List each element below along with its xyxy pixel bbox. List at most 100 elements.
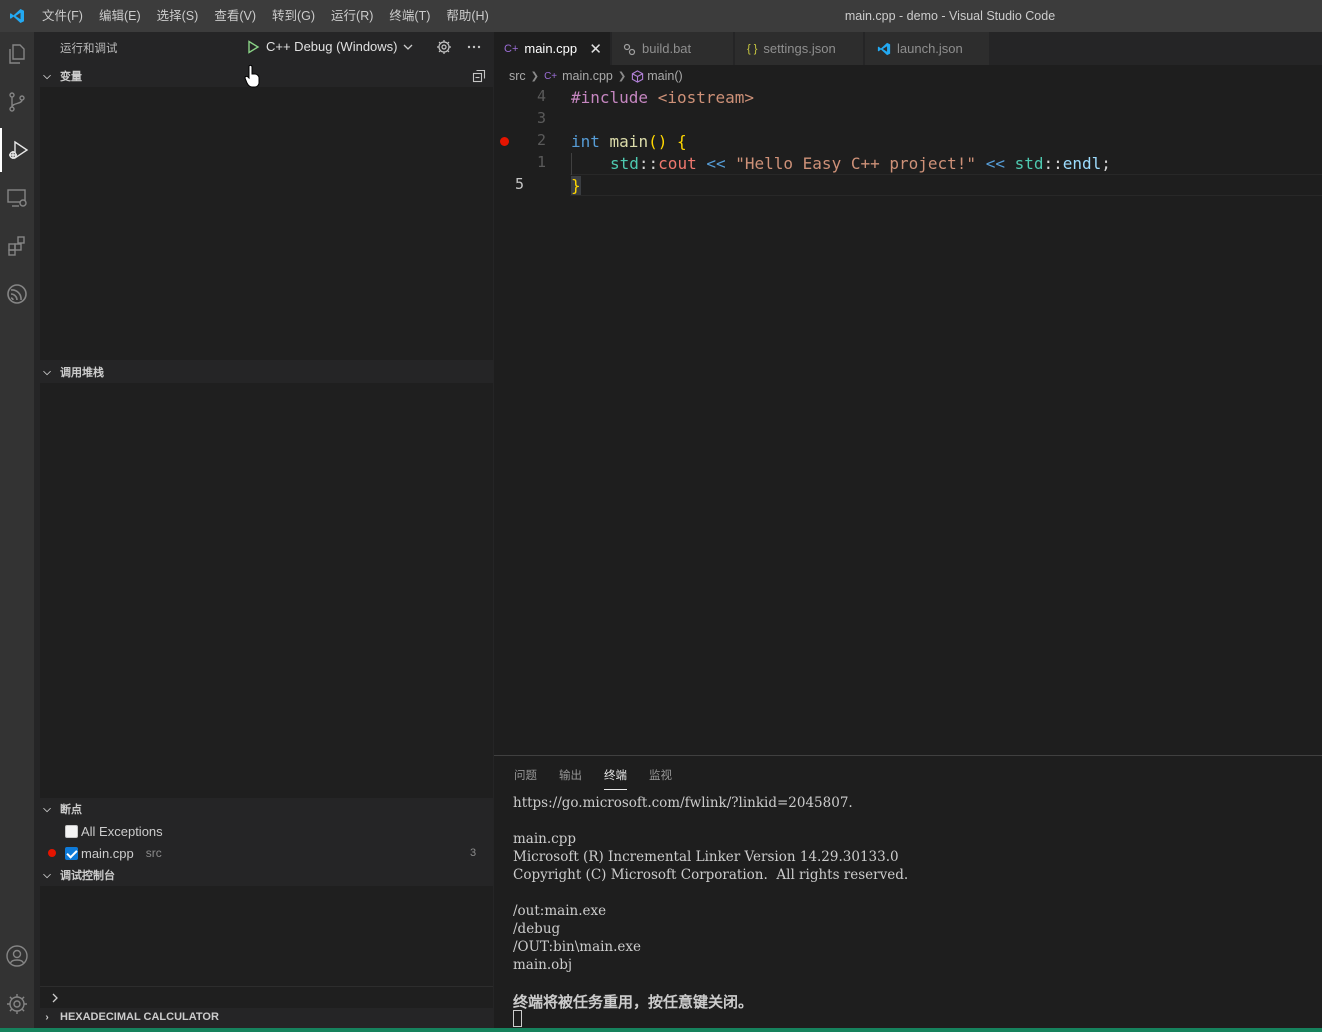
chevron-down-icon: ⌵ [43, 803, 51, 815]
tab-output[interactable]: 输出 [559, 766, 582, 790]
run-debug-icon[interactable] [0, 128, 34, 172]
debug-console-section-header[interactable]: ⌵ 调试控制台 [34, 864, 494, 886]
account-icon[interactable] [0, 934, 34, 978]
editor-tab-bar: C+ main.cpp ✕ build.bat { } settings.jso… [494, 32, 1322, 65]
gear-icon[interactable] [436, 39, 452, 55]
breakpoint-line-badge: 3 [470, 847, 477, 859]
start-debugging-icon[interactable] [246, 39, 260, 54]
activity-bar [0, 32, 34, 1028]
tab-label: build.bat [642, 41, 692, 56]
menu-file[interactable]: 文件(F) [34, 0, 91, 32]
status-bar [0, 1028, 1322, 1032]
close-icon[interactable]: ✕ [589, 40, 602, 58]
menu-edit[interactable]: 编辑(E) [91, 0, 149, 32]
menu-selection[interactable]: 选择(S) [149, 0, 207, 32]
hex-calculator-section-title: HEXADECIMAL CALCULATOR [60, 1011, 219, 1023]
chevron-down-icon: ⌵ [43, 70, 51, 82]
breakpoint-folder: src [145, 846, 162, 860]
mouse-cursor-icon [244, 64, 260, 88]
chevron-down-icon[interactable] [402, 41, 414, 53]
chevron-right-icon: › [45, 1011, 49, 1023]
tab-launch-json[interactable]: launch.json [865, 32, 990, 65]
all-exceptions-checkbox[interactable] [65, 824, 78, 838]
tab-terminal[interactable]: 终端 [604, 766, 627, 790]
callstack-section-title: 调用堆栈 [60, 367, 104, 379]
vscode-file-icon [877, 42, 891, 55]
tab-main-cpp[interactable]: C+ main.cpp ✕ [494, 32, 611, 65]
line-number: 4 [536, 87, 546, 105]
settings-gear-icon[interactable] [0, 982, 34, 1026]
title-bar: 文件(F) 编辑(E) 选择(S) 查看(V) 转到(G) 运行(R) 终端(T… [0, 0, 1322, 32]
tab-label: main.cpp [524, 41, 578, 56]
more-actions-icon[interactable] [466, 39, 482, 55]
code-line-include: #include <iostream> [571, 88, 755, 107]
window-title: main.cpp - demo - Visual Studio Code [844, 9, 1056, 23]
line-number: 3 [536, 109, 546, 127]
terminal-output[interactable]: https://go.microsoft.com/fwlink/?linkid=… [513, 794, 908, 974]
vscode-logo-icon [0, 0, 34, 32]
tab-build-bat[interactable]: build.bat [612, 32, 734, 65]
tab-label: settings.json [763, 41, 836, 56]
tab-problems[interactable]: 问题 [514, 766, 537, 790]
tab-watch[interactable]: 监视 [649, 766, 672, 790]
line-number: 1 [536, 153, 546, 171]
bottom-panel: 问题 输出 终端 监视 https://go.microsoft.com/fwl… [494, 755, 1322, 1028]
breadcrumb-file[interactable]: main.cpp [562, 69, 613, 83]
callstack-section-header[interactable]: ⌵ 调用堆栈 [34, 361, 494, 383]
code-editor[interactable]: 4 3 2 1 5 #include <iostream> int main()… [494, 87, 1322, 755]
breadcrumb: src ❯ C+ main.cpp ❯ main() [494, 65, 1322, 87]
tab-label: launch.json [897, 41, 963, 56]
indent-guide [571, 153, 572, 175]
esp-idf-icon[interactable] [0, 272, 34, 316]
breakpoint-file: main.cpp [81, 845, 134, 861]
breakpoints-section-header[interactable]: ⌵ 断点 [34, 798, 494, 820]
tab-settings-json[interactable]: { } settings.json [735, 32, 864, 65]
code-line-main: int main() { [571, 132, 687, 151]
menu-view[interactable]: 查看(V) [206, 0, 264, 32]
gears-file-icon [623, 43, 636, 55]
line-number: 2 [536, 131, 546, 149]
run-debug-sidebar: 运行和调试 C++ Debug (Windows) ⌵ 变量 ⌵ 调用堆栈 ⌵ … [34, 32, 494, 1028]
cpp-file-icon: C+ [504, 42, 519, 55]
files-icon[interactable] [0, 32, 34, 76]
breakpoint-checkbox[interactable] [65, 846, 78, 860]
sidebar-header: 运行和调试 C++ Debug (Windows) [34, 32, 494, 64]
debug-console-section-title: 调试控制台 [60, 870, 115, 882]
chevron-down-icon: ⌵ [43, 366, 51, 378]
debug-console-input[interactable] [40, 986, 493, 1008]
breakpoint-dot-icon [48, 849, 56, 857]
variables-section-header[interactable]: ⌵ 变量 [34, 65, 494, 87]
menu-go[interactable]: 转到(G) [264, 0, 323, 32]
chevron-down-icon: ⌵ [43, 869, 51, 881]
menu-help[interactable]: 帮助(H) [438, 0, 496, 32]
chevron-right-icon: ❯ [530, 70, 540, 82]
remote-explorer-icon[interactable] [0, 176, 34, 220]
debug-config-name[interactable]: C++ Debug (Windows) [266, 39, 398, 54]
all-exceptions-label: All Exceptions [81, 823, 163, 839]
panel-tabs: 问题 输出 终端 监视 [514, 766, 694, 790]
menu-terminal[interactable]: 终端(T) [381, 0, 438, 32]
variables-view [40, 87, 493, 360]
sidebar-title: 运行和调试 [60, 43, 118, 55]
symbol-method-icon [632, 69, 644, 83]
code-line-cout: std::cout << "Hello Easy C++ project!" <… [610, 154, 1111, 173]
menu-run[interactable]: 运行(R) [323, 0, 381, 32]
breadcrumb-folder[interactable]: src [509, 69, 526, 83]
current-line-number: 5 [514, 175, 524, 193]
breakpoint-main-cpp[interactable]: main.cpp src 3 [34, 842, 494, 864]
source-control-icon[interactable] [0, 80, 34, 124]
variables-section-title: 变量 [60, 71, 82, 83]
hex-calculator-section-header[interactable]: › HEXADECIMAL CALCULATOR [34, 1006, 494, 1028]
code-line-close: } [571, 176, 581, 195]
debug-console-view [40, 886, 493, 986]
debug-config-selector[interactable]: C++ Debug (Windows) [246, 39, 414, 54]
extensions-icon[interactable] [0, 224, 34, 268]
chevron-right-icon: ❯ [617, 70, 627, 82]
terminal-reuse-message: 终端将被任务重用，按任意键关闭。 [513, 993, 754, 1011]
chevron-right-icon [52, 993, 58, 1003]
breakpoint-all-exceptions[interactable]: All Exceptions [34, 820, 494, 842]
json-file-icon: { } [747, 42, 758, 55]
collapse-all-icon[interactable] [472, 69, 486, 83]
breadcrumb-symbol[interactable]: main() [647, 69, 682, 83]
menu-bar: 文件(F) 编辑(E) 选择(S) 查看(V) 转到(G) 运行(R) 终端(T… [34, 0, 497, 32]
